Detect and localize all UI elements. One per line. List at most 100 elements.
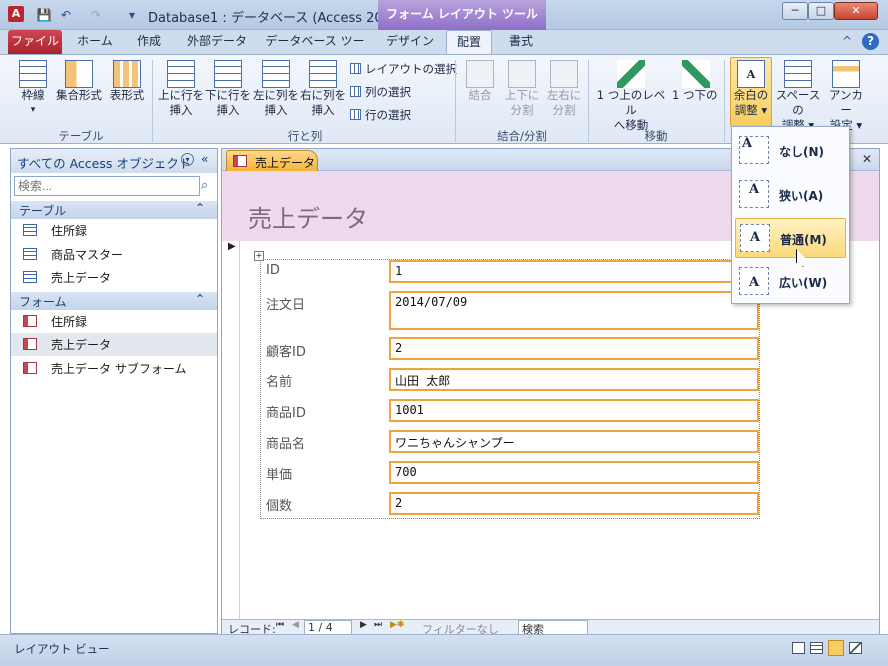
- nav-item-form-sales-subform[interactable]: 売上データ サブフォーム: [11, 357, 217, 380]
- select-row-icon: [350, 109, 361, 120]
- new-record-button[interactable]: ▶✱: [390, 620, 404, 630]
- insert-below-button[interactable]: 下に行を 挿入: [204, 60, 252, 118]
- field-product-name[interactable]: ワニちゃんシャンプー: [389, 430, 759, 453]
- field-name[interactable]: 山田 太郎: [389, 368, 759, 391]
- merge-button[interactable]: 結合: [460, 60, 500, 103]
- document-tab-sales[interactable]: 売上データ: [226, 150, 318, 171]
- field-product-id[interactable]: 1001: [389, 399, 759, 422]
- group-label-move: 移動: [644, 129, 668, 143]
- label-product-id[interactable]: 商品ID: [266, 402, 306, 421]
- field-id[interactable]: 1: [389, 260, 759, 283]
- customize-qat-icon[interactable]: ▾: [124, 7, 140, 23]
- merge-icon: [466, 60, 494, 88]
- label-name[interactable]: 名前: [266, 371, 292, 390]
- split-vertical-label: 上下に: [504, 88, 540, 102]
- close-button[interactable]: ✕: [834, 2, 878, 20]
- datasheet-view-icon[interactable]: [810, 642, 823, 654]
- nav-item-form-sales[interactable]: 売上データ: [11, 333, 217, 356]
- control-margins-dropdown: A なし(N) A 狭い(A) A 普通(M) A 広い(W): [731, 126, 850, 304]
- access-app-icon[interactable]: A: [8, 6, 24, 22]
- tab-database-tools[interactable]: データベース ツール: [262, 30, 368, 70]
- label-id[interactable]: ID: [266, 263, 280, 278]
- insert-above-button[interactable]: 上に行を 挿入: [158, 60, 204, 118]
- label-customer-id[interactable]: 顧客ID: [266, 341, 306, 360]
- tab-arrange[interactable]: 配置: [446, 30, 492, 54]
- tabular-icon: [113, 60, 141, 88]
- stacked-icon: [65, 60, 93, 88]
- tabular-label: 表形式: [109, 88, 145, 102]
- next-record-button[interactable]: ▶: [360, 620, 367, 630]
- record-search-input[interactable]: 検索: [518, 620, 588, 636]
- margin-option-none[interactable]: A なし(N): [735, 131, 846, 171]
- control-margins-label: 余白の: [733, 88, 769, 102]
- maximize-button[interactable]: □: [808, 2, 834, 20]
- tab-format[interactable]: 書式: [500, 30, 542, 54]
- field-quantity[interactable]: 2: [389, 492, 759, 515]
- last-record-button[interactable]: ⏭: [374, 620, 382, 630]
- redo-icon[interactable]: ↷: [88, 7, 104, 23]
- layout-view-icon[interactable]: [828, 640, 844, 656]
- control-padding-label: スペースの: [775, 88, 821, 117]
- label-product-name[interactable]: 商品名: [266, 433, 305, 452]
- undo-icon[interactable]: ↶: [58, 7, 74, 23]
- record-selector[interactable]: ▶: [222, 241, 240, 619]
- form-title[interactable]: 売上データ: [248, 199, 368, 234]
- tab-design[interactable]: デザイン: [384, 30, 436, 54]
- nav-menu-dropdown-icon[interactable]: ▾: [181, 153, 194, 166]
- select-layout-button[interactable]: レイアウトの選択: [350, 61, 457, 77]
- layout-selector-icon[interactable]: +: [254, 251, 264, 261]
- gridlines-button[interactable]: 枠線 ▾: [14, 60, 52, 118]
- search-icon[interactable]: ⌕: [201, 178, 215, 193]
- move-down-button[interactable]: 1 つ下のレベル: [672, 60, 720, 103]
- previous-record-button[interactable]: ◀: [292, 620, 299, 630]
- insert-left-button[interactable]: 左に列を 挿入: [252, 60, 300, 118]
- select-row-button[interactable]: 行の選択: [350, 107, 411, 123]
- margin-option-wide[interactable]: A 広い(W): [735, 262, 846, 302]
- nav-item-table-sales[interactable]: 売上データ: [11, 266, 217, 289]
- collapse-ribbon-icon[interactable]: ^: [838, 30, 856, 54]
- current-record-input[interactable]: 1 / 4: [304, 620, 352, 635]
- anchoring-button[interactable]: アンカー 設定 ▾: [824, 60, 868, 133]
- tabular-button[interactable]: 表形式: [106, 60, 148, 103]
- insert-left-icon: [262, 60, 290, 88]
- label-quantity[interactable]: 個数: [266, 495, 292, 514]
- group-separator: [724, 60, 725, 142]
- margin-option-medium[interactable]: A 普通(M): [735, 218, 846, 258]
- move-up-button[interactable]: 1 つ上のレベル へ移動: [592, 60, 670, 133]
- nav-section-tables[interactable]: テーブル ⌃: [11, 201, 217, 219]
- field-order-date[interactable]: 2014/07/09: [389, 291, 759, 330]
- move-up-label: 1 つ上のレベル: [596, 88, 666, 117]
- nav-section-forms[interactable]: フォーム ⌃: [11, 292, 217, 310]
- help-icon[interactable]: ?: [862, 33, 879, 50]
- field-customer-id[interactable]: 2: [389, 337, 759, 360]
- tab-external-data[interactable]: 外部データ: [180, 30, 254, 54]
- tab-create[interactable]: 作成: [126, 30, 172, 54]
- nav-search-input[interactable]: [14, 176, 200, 196]
- minimize-button[interactable]: ─: [782, 2, 808, 20]
- first-record-button[interactable]: ⏮: [276, 620, 284, 630]
- split-horizontal-button[interactable]: 左右に 分割: [544, 60, 584, 118]
- label-order-date[interactable]: 注文日: [266, 294, 305, 313]
- tab-file[interactable]: ファイル: [8, 30, 62, 54]
- margin-option-narrow[interactable]: A 狭い(A): [735, 175, 846, 215]
- nav-item-table-products[interactable]: 商品マスター: [11, 243, 217, 266]
- save-icon[interactable]: 💾: [36, 7, 52, 23]
- insert-below-icon: [214, 60, 242, 88]
- close-document-icon[interactable]: ✕: [862, 152, 872, 166]
- nav-pane-header[interactable]: すべての Access オブジェクト ▾ «: [11, 149, 217, 173]
- nav-item-label: 売上データ サブフォーム: [51, 362, 187, 376]
- tab-home[interactable]: ホーム: [72, 30, 118, 54]
- stacked-button[interactable]: 集合形式: [54, 60, 104, 103]
- form-view-icon[interactable]: [792, 642, 805, 654]
- design-view-icon[interactable]: [849, 642, 862, 654]
- split-vertical-button[interactable]: 上下に 分割: [500, 60, 544, 118]
- insert-right-button[interactable]: 右に列を 挿入: [300, 60, 346, 118]
- field-unit-price[interactable]: 700: [389, 461, 759, 484]
- table-icon: [23, 271, 37, 283]
- nav-item-table-address[interactable]: 住所録: [11, 219, 217, 242]
- shutter-bar-close-icon[interactable]: «: [201, 152, 208, 166]
- nav-item-form-address[interactable]: 住所録: [11, 310, 217, 333]
- select-column-button[interactable]: 列の選択: [350, 84, 411, 100]
- label-unit-price[interactable]: 単価: [266, 464, 292, 483]
- control-padding-button[interactable]: スペースの 調整 ▾: [772, 60, 824, 133]
